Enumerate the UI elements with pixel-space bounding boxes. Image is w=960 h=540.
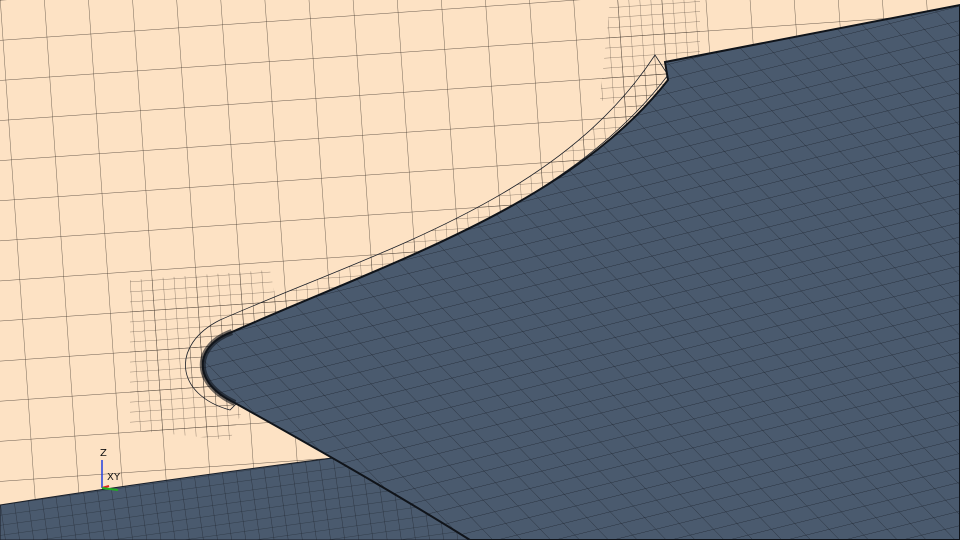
x-axis-label: X — [107, 472, 114, 483]
axes-triad: Z X Y — [92, 448, 132, 493]
y-axis-label: Y — [114, 472, 121, 483]
y-axis-icon — [101, 487, 119, 491]
z-axis-label: Z — [100, 448, 107, 459]
render-viewport[interactable] — [0, 0, 960, 540]
